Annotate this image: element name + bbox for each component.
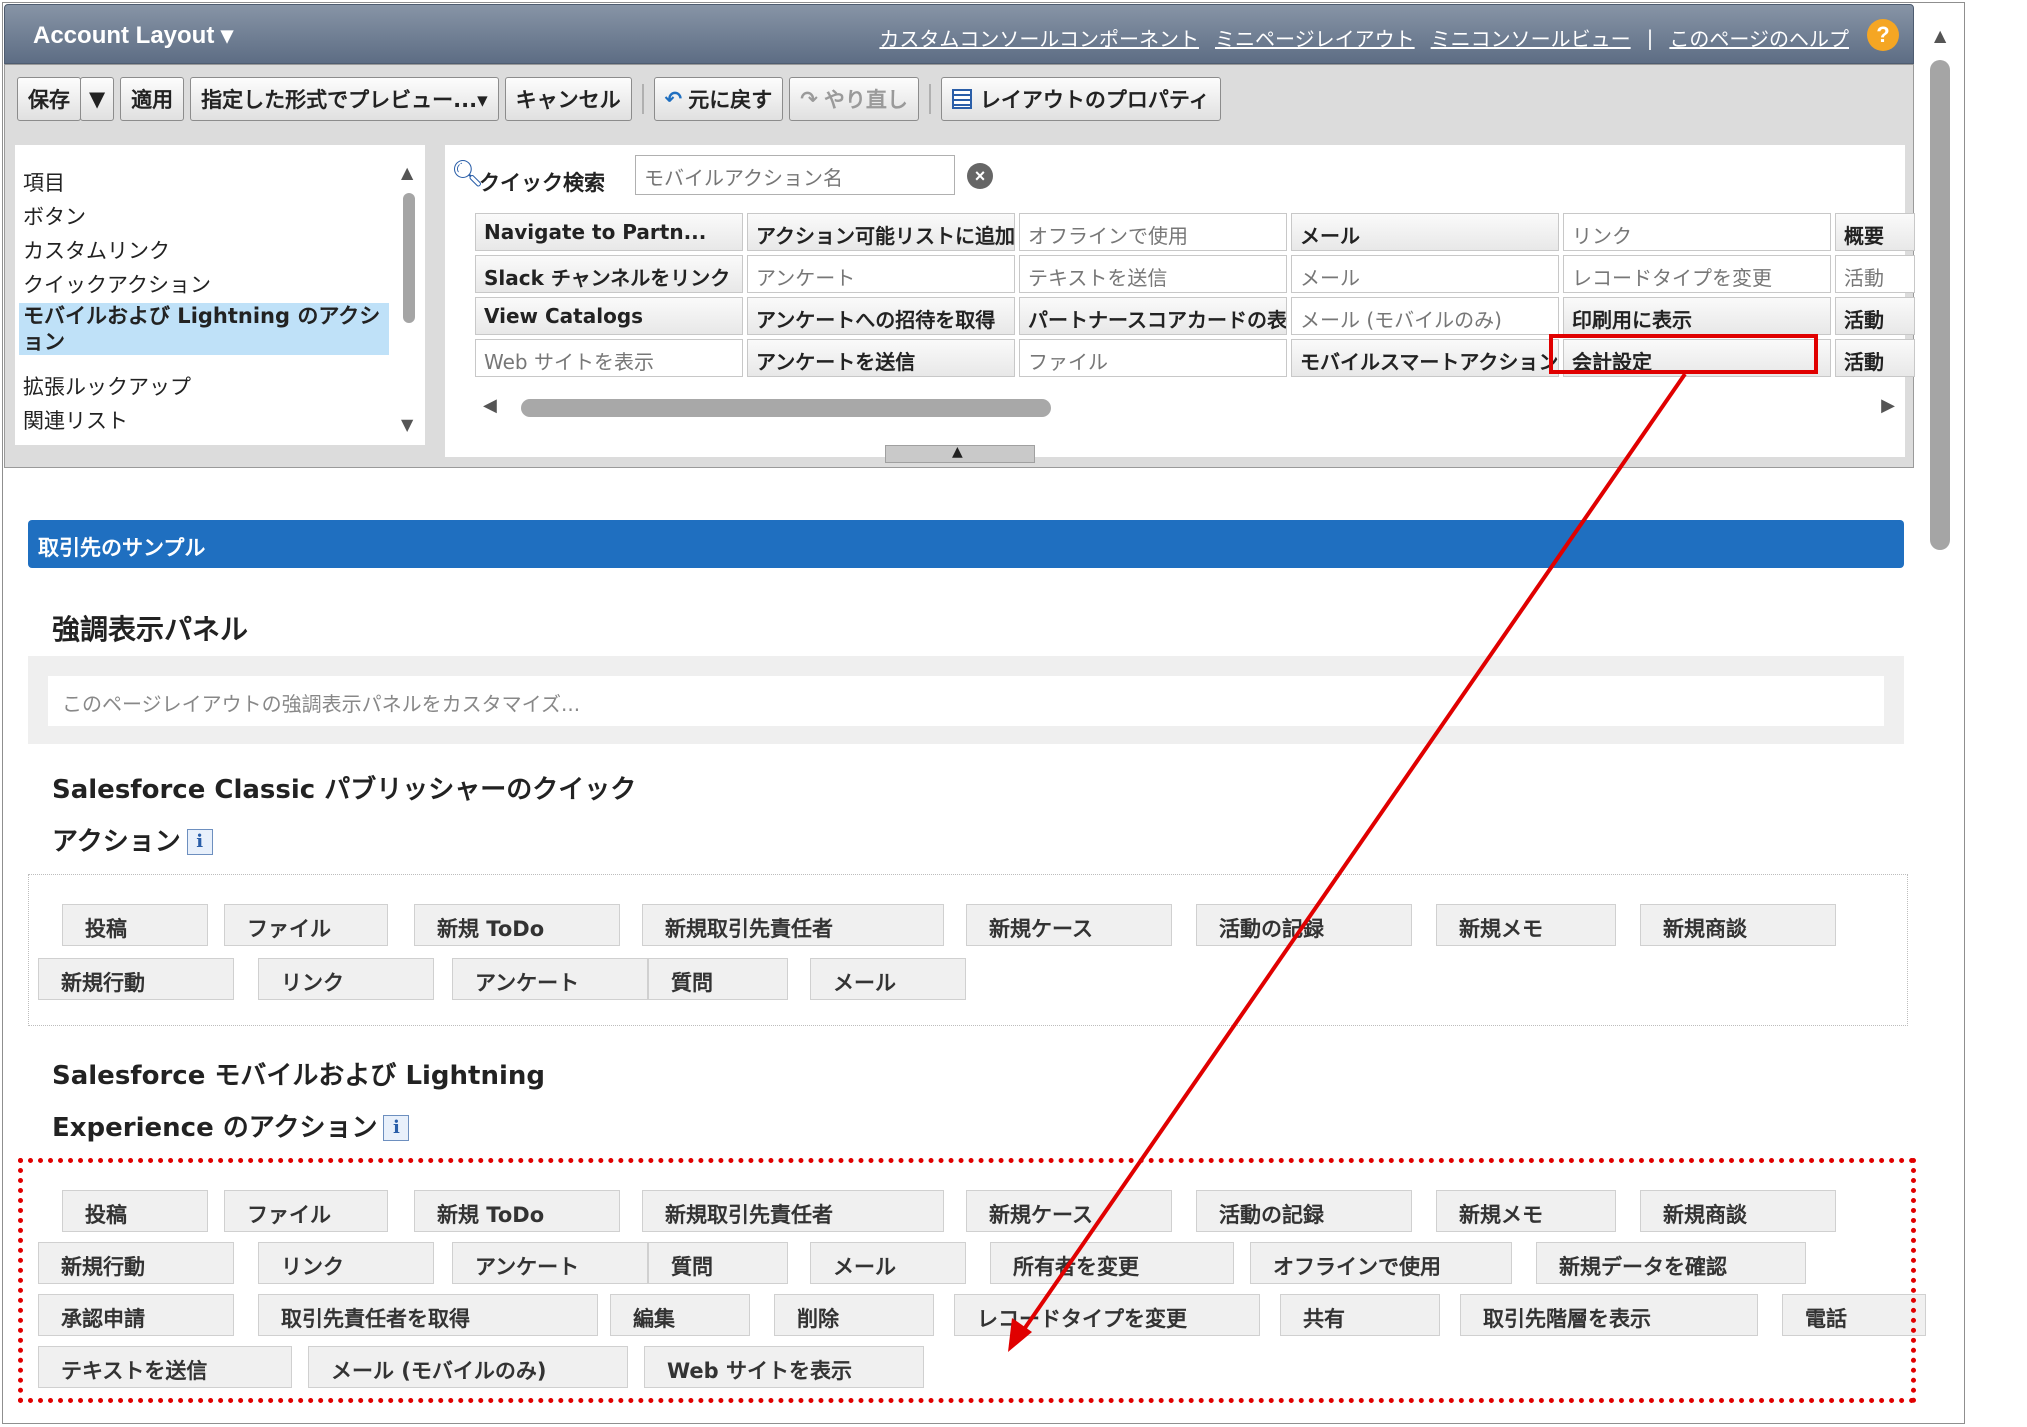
page-layout-editor: Account Layout ▾ カスタムコンソールコンポーネント ミニページレ… [0, 0, 2027, 1427]
arrow-icon [1016, 372, 1687, 1340]
annotation-arrow [1008, 372, 1687, 1352]
